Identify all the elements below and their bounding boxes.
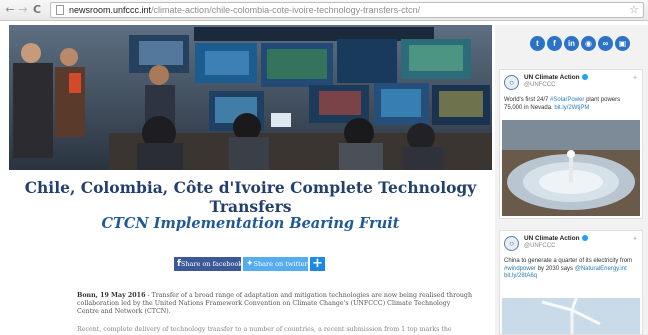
tweet-text: World's first 24/7 #SolarPower plant pow… — [504, 97, 640, 112]
article-dateline: Bonn, 19 May 2016 — [77, 292, 146, 299]
share-more-button[interactable]: + — [310, 257, 325, 271]
url-path: /climate-action/chile-colombia-cote-ivoi… — [151, 5, 421, 15]
twitter-social-icon[interactable]: t — [530, 36, 545, 51]
share-twitter-button[interactable]: ✦Share on twitter — [243, 257, 308, 271]
tweet-text-before: World's first 24/7 — [504, 97, 551, 103]
un-logo-icon: ○ — [504, 236, 519, 251]
tweet-hashtag[interactable]: #windpower — [504, 266, 536, 272]
url-host: newsroom.unfccc.int — [69, 5, 152, 15]
article-paragraph-1: Bonn, 19 May 2016 - Transfer of a broad … — [77, 292, 473, 317]
tweet-account-name: UN Climate Action — [524, 74, 589, 81]
flickr-social-icon[interactable]: ∞ — [598, 36, 613, 51]
back-arrow-icon[interactable]: ← — [4, 3, 16, 17]
tweet-handle: @UNFCCC — [524, 243, 556, 249]
page-icon — [56, 5, 64, 15]
forward-arrow-icon[interactable]: → — [17, 3, 29, 17]
hero-photo-illustration — [9, 25, 492, 170]
tweet-handle: @UNFCCC — [524, 82, 556, 88]
bookmark-star-icon[interactable]: ☆ — [629, 3, 639, 17]
linkedin-social-icon[interactable]: in — [564, 36, 579, 51]
article-hero-image — [9, 25, 492, 170]
tweet-account-name: UN Climate Action — [524, 235, 589, 242]
share-twitter-label: Share on twitter — [253, 260, 308, 268]
tweet-card[interactable]: ○ UN Climate Action @UNFCCC ✦ World's fi… — [499, 69, 643, 219]
youtube-social-icon[interactable]: ▣ — [615, 36, 630, 51]
tweet-wind-turbine-image[interactable] — [502, 298, 640, 334]
tweet-card[interactable]: ○ UN Climate Action @UNFCCC ✦ China to g… — [499, 230, 643, 335]
share-facebook-button[interactable]: fShare on facebook — [174, 257, 243, 271]
browser-toolbar: ← → C newsroom.unfccc.int/climate-action… — [0, 0, 648, 21]
share-facebook-label: Share on facebook — [180, 260, 243, 268]
tweet-text: China to generate a quarter of its elect… — [504, 258, 640, 281]
article-title: Chile, Colombia, Côte d'Ivoire Complete … — [24, 178, 477, 216]
wind-turbine-illustration — [502, 298, 640, 334]
tweet-link[interactable]: bit.ly/28tA6q — [504, 273, 537, 279]
facebook-social-icon[interactable]: f — [547, 36, 562, 51]
verified-badge-icon — [582, 74, 589, 80]
tweet-mention[interactable]: @NaturalEnergy.int — [575, 266, 627, 272]
twitter-bird-icon: ✦ — [246, 259, 254, 269]
tweet-text-line1: China to generate a quarter of its elect… — [504, 258, 633, 264]
tweet-link[interactable]: bit.ly/2WtjPM — [554, 105, 589, 111]
tweet-text-mid: by 2030 says — [536, 265, 575, 272]
url-text[interactable]: newsroom.unfccc.int/climate-action/chile… — [69, 4, 420, 17]
solar-tower-illustration — [502, 120, 640, 216]
sidebar: t f in ◉ ∞ ▣ ○ UN Climate Action @UNFCCC… — [495, 25, 648, 335]
tweet-hashtag[interactable]: #SolarPower — [550, 97, 584, 103]
twitter-bird-icon: ✦ — [632, 75, 638, 82]
tweet-account-label: UN Climate Action — [524, 235, 580, 242]
tweet-account-label: UN Climate Action — [524, 74, 580, 81]
verified-badge-icon — [582, 235, 589, 241]
tweet-solar-plant-image[interactable] — [502, 120, 640, 216]
twitter-bird-icon: ✦ — [632, 236, 638, 243]
un-logo-icon: ○ — [504, 75, 519, 90]
reload-icon[interactable]: C — [31, 3, 43, 17]
address-bar[interactable]: newsroom.unfccc.int/climate-action/chile… — [50, 2, 644, 18]
article-subtitle: CTCN Implementation Bearing Fruit — [101, 215, 400, 232]
article-paragraph-2: Recent, complete delivery of technology … — [77, 326, 452, 333]
instagram-social-icon[interactable]: ◉ — [581, 36, 596, 51]
